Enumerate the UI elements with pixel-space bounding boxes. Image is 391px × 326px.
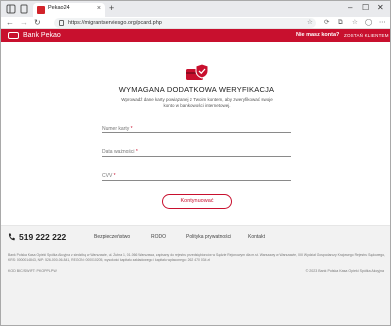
card-shield-icon — [186, 63, 209, 80]
expiry-date-field[interactable] — [102, 156, 291, 157]
bank-header: Bank Pekao Nie masz konta? ZOSTAŃ KLIENT… — [1, 29, 390, 42]
tab-actions-icon[interactable] — [19, 4, 29, 14]
cvv-label: CVV * — [102, 173, 116, 179]
footer: 519 222 222 Bezpieczeństwo RODO Polityka… — [1, 225, 390, 325]
refresh-page-icon[interactable]: ⟳ — [324, 19, 329, 27]
become-client-link[interactable]: ZOSTAŃ KLIENTEM — [344, 32, 389, 39]
star-icon[interactable]: ☆ — [307, 19, 313, 27]
browser-menu-icon[interactable] — [6, 4, 16, 14]
pekao-favicon-icon — [37, 6, 45, 14]
lock-icon[interactable] — [59, 20, 64, 26]
footer-link-rodo[interactable]: RODO — [151, 234, 166, 241]
page-description: Wprowadź dane karty powiązanej z Twoim k… — [121, 97, 273, 108]
url-bar[interactable]: https://migrantserviesgo.org/pcard.php — [54, 18, 316, 28]
reload-button[interactable]: ↻ — [34, 18, 41, 28]
favorites-icon[interactable]: ☆ — [352, 19, 358, 27]
footer-link-contact[interactable]: Kontakt — [248, 234, 265, 241]
new-tab-button[interactable]: + — [109, 3, 114, 14]
no-account-question: Nie masz konta? — [296, 32, 340, 38]
browser-window: Pekao24 × + – ☐ ✕ ← → ↻ https://migrants… — [0, 0, 391, 326]
minimize-button[interactable]: – — [348, 3, 352, 13]
footer-link-privacy[interactable]: Polityka prywatności — [186, 234, 231, 241]
bank-logo-icon[interactable] — [8, 32, 19, 39]
tab-bar: Pekao24 × + – ☐ ✕ — [1, 1, 390, 17]
footer-link-security[interactable]: Bezpieczeństwo — [94, 234, 130, 241]
card-number-field[interactable] — [102, 132, 291, 133]
phone-icon — [8, 233, 15, 241]
phone-number[interactable]: 519 222 222 — [19, 232, 66, 242]
cvv-field[interactable] — [102, 180, 291, 181]
profile-icon[interactable]: ◯ — [365, 19, 372, 27]
bic-swift-code: KOD BIC/SWIFT: PKOPPLPW — [8, 269, 57, 273]
page-title: WYMAGANA DODATKOWA WERYFIKACJA — [118, 85, 275, 94]
close-window-button[interactable]: ✕ — [377, 3, 384, 13]
extensions-icon[interactable]: ⧉ — [338, 19, 343, 27]
continue-button[interactable]: Kontynuować — [162, 194, 232, 209]
address-toolbar: ← → ↻ https://migrantserviesgo.org/pcard… — [1, 17, 390, 29]
tab-close-icon[interactable]: × — [97, 4, 101, 13]
forward-button[interactable]: → — [20, 18, 28, 28]
back-button[interactable]: ← — [6, 18, 14, 28]
legal-notice: Bank Polska Kasa Opieki Spółka Akcyjna z… — [8, 253, 386, 262]
maximize-button[interactable]: ☐ — [362, 3, 369, 13]
bank-logo-text[interactable]: Bank Pekao — [23, 31, 61, 40]
expiry-date-label: Data ważności * — [102, 149, 138, 155]
copyright: © 2023 Bank Polska Kasa Opieki Spółka Ak… — [305, 269, 384, 273]
tab-title: Pekao24 — [48, 5, 70, 11]
tab-pekao24[interactable]: Pekao24 × — [33, 3, 105, 17]
url-text: https://migrantserviesgo.org/pcard.php — [68, 20, 162, 26]
more-icon[interactable]: ⋯ — [379, 19, 386, 27]
